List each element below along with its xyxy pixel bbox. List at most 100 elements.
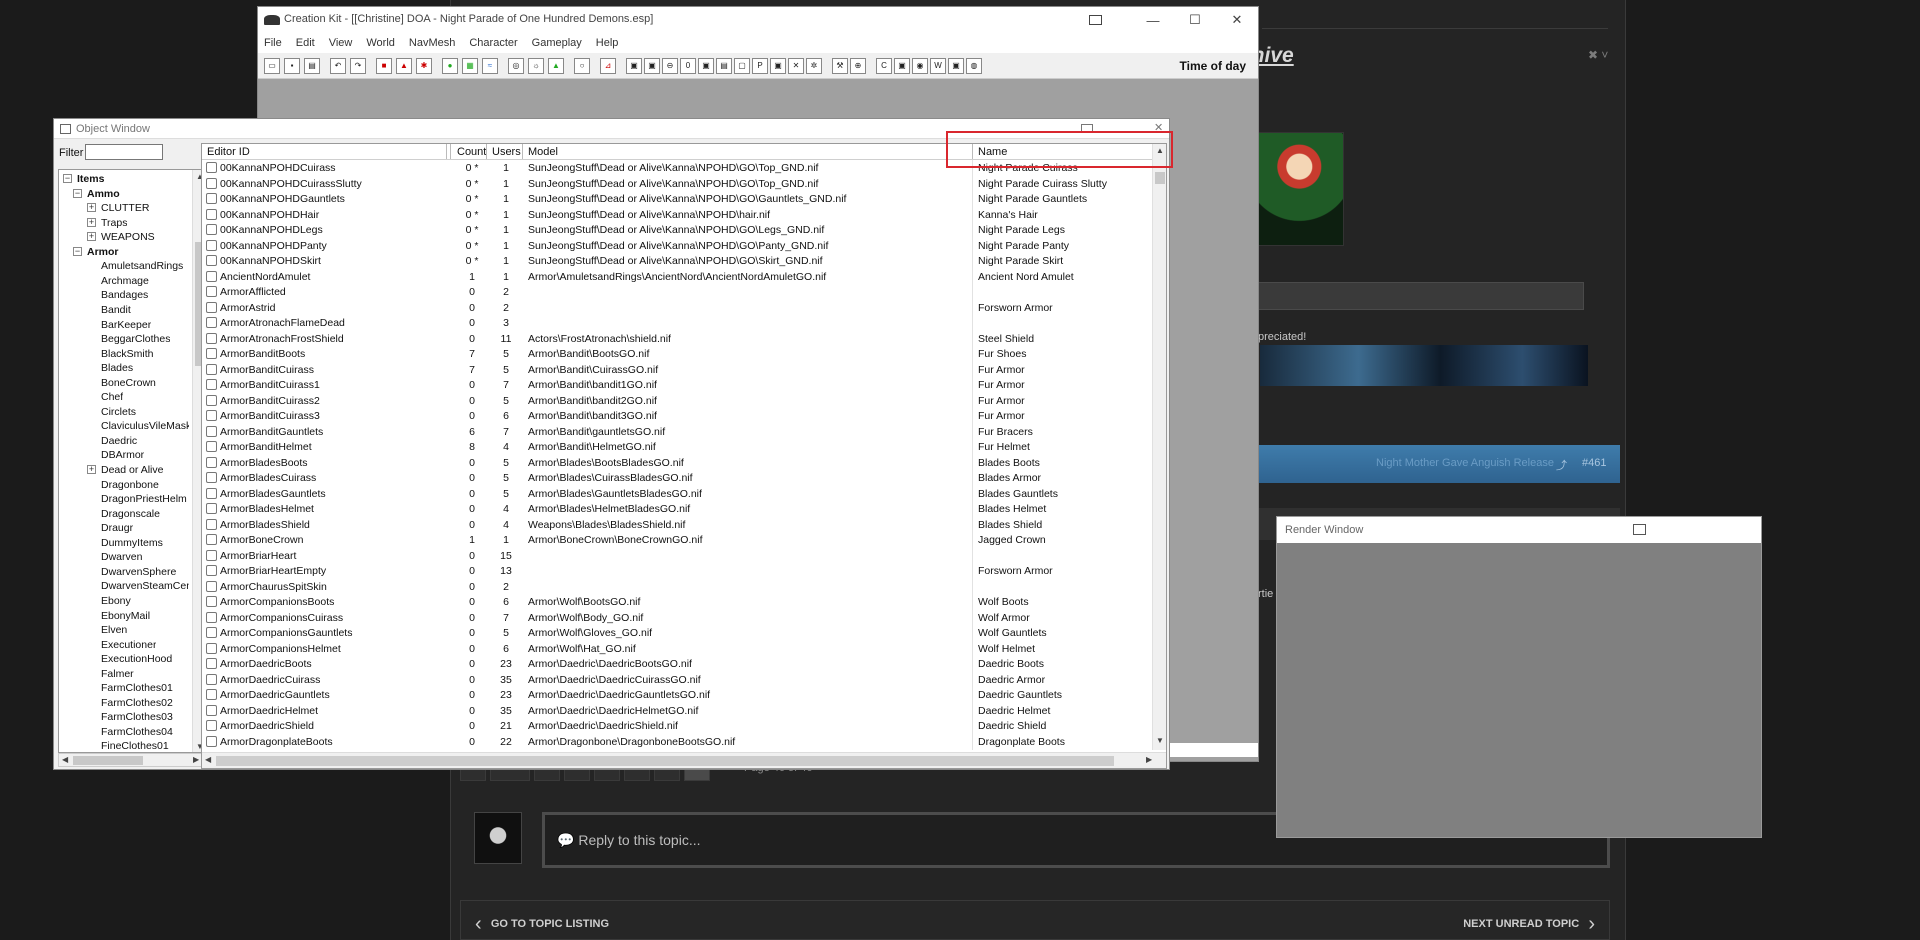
table-row[interactable]: 00KannaNPOHDLegs 0 * 1 SunJeongStuff\Dead o… xyxy=(202,223,1154,239)
table-row[interactable]: ArmorAstrid 0 2 Forsworn Armor xyxy=(202,301,1154,317)
tree-item[interactable]: DwarvenSteamCenturion xyxy=(101,579,189,593)
open-file-icon[interactable]: ▭ xyxy=(264,58,280,74)
forum-post-title[interactable]: Night Mother Gave Anguish Release xyxy=(1376,457,1554,469)
tree-item[interactable]: WEAPONS xyxy=(101,230,155,244)
table-row[interactable]: ArmorBladesCuirass 0 5 Armor\Blades\Cuirass… xyxy=(202,471,1154,487)
tree-item[interactable]: Draugr xyxy=(101,521,133,535)
table-row[interactable]: ArmorDaedricGauntlets 0 23 Armor\Daedric\Da… xyxy=(202,688,1154,704)
forum-user-avatar[interactable] xyxy=(1258,132,1344,246)
table-row[interactable]: ArmorAtronachFlameDead 0 3 xyxy=(202,316,1154,332)
close-button[interactable]: ✕ xyxy=(1216,7,1258,33)
sphere-icon[interactable]: ● xyxy=(442,58,458,74)
preferences-icon[interactable]: ▤ xyxy=(304,58,320,74)
tree-item[interactable]: Elven xyxy=(101,623,127,637)
tree-expander-icon[interactable]: − xyxy=(73,188,82,198)
tree-item[interactable]: Dwarven xyxy=(101,550,142,564)
tree-item[interactable]: Daedric xyxy=(101,434,137,448)
forum-post-number[interactable]: #461 xyxy=(1582,457,1606,469)
object-list[interactable]: Editor ID Count Users Model Name ▲ ▼ ◀ ▶… xyxy=(201,143,1167,769)
column-header-editor-id[interactable]: Editor ID xyxy=(207,146,250,158)
table-row[interactable]: ArmorCompanionsGauntlets 0 5 Armor\Wolf\Glo… xyxy=(202,626,1154,642)
render-window-titlebar[interactable]: Render Window xyxy=(1277,517,1761,543)
tree-expander-icon[interactable]: + xyxy=(87,232,96,242)
table-row[interactable]: 00KannaNPOHDGauntlets 0 * 1 SunJeongStuff\D… xyxy=(202,192,1154,208)
pin-icon[interactable] xyxy=(1089,15,1102,25)
menu-character[interactable]: Character xyxy=(469,37,517,49)
table-row[interactable]: ArmorBriarHeart 0 15 xyxy=(202,549,1154,565)
circle-icon[interactable]: ⊖ xyxy=(662,58,678,74)
undo-icon[interactable]: ↶ xyxy=(330,58,346,74)
tree-item[interactable]: Blades xyxy=(101,361,133,375)
wrench-icon[interactable]: ⚒ xyxy=(832,58,848,74)
tree-item[interactable]: Traps xyxy=(101,216,127,230)
tree-item[interactable]: FarmClothes04 xyxy=(101,725,173,739)
tree-item[interactable]: CLUTTER xyxy=(101,201,149,215)
tree-horizontal-scrollbar[interactable]: ◀ ▶ xyxy=(58,753,206,767)
navmesh-icon[interactable]: ⊿ xyxy=(600,58,616,74)
table-row[interactable]: 00KannaNPOHDSkirt 0 * 1 SunJeongStuff\Dead … xyxy=(202,254,1154,270)
table-row[interactable]: AncientNordAmulet 1 1 Armor\AmuletsandRings… xyxy=(202,270,1154,286)
table-row[interactable]: ArmorBanditHelmet 8 4 Armor\Bandit\HelmetGO… xyxy=(202,440,1154,456)
x-icon[interactable]: ✕ xyxy=(788,58,804,74)
p-icon[interactable]: P xyxy=(752,58,768,74)
layer-icon[interactable]: ▣ xyxy=(698,58,714,74)
table-row[interactable]: ArmorBanditCuirass2 0 5 Armor\Bandit\bandit… xyxy=(202,394,1154,410)
scroll-down-icon[interactable]: ▼ xyxy=(1156,736,1164,745)
bug-icon[interactable]: ✱ xyxy=(416,58,432,74)
tree-item[interactable]: EbonyMail xyxy=(101,609,150,623)
tree-item[interactable]: BlackSmith xyxy=(101,347,154,361)
forum-close-icon[interactable]: ✖ ˅ xyxy=(1588,48,1608,62)
go-to-topic-listing-link[interactable]: ‹ GO TO TOPIC LISTING xyxy=(475,913,609,936)
menu-view[interactable]: View xyxy=(329,37,353,49)
minimize-button[interactable]: — xyxy=(1132,7,1174,33)
tree-item[interactable]: ClaviculusVileMask xyxy=(101,419,189,433)
tree-hscroll-thumb[interactable] xyxy=(73,756,143,765)
tree-item[interactable]: Bandages xyxy=(101,288,148,302)
landscape-icon[interactable]: ▦ xyxy=(462,58,478,74)
share-icon[interactable]: ⤴ xyxy=(1556,457,1567,473)
redo-icon[interactable]: ↷ xyxy=(350,58,366,74)
tree-item[interactable]: DBArmor xyxy=(101,448,144,462)
collision-icon[interactable]: ▣ xyxy=(894,58,910,74)
menu-edit[interactable]: Edit xyxy=(296,37,315,49)
table-row[interactable]: ArmorBriarHeartEmpty 0 13 Forsworn Armor xyxy=(202,564,1154,580)
table-row[interactable]: ArmorCompanionsHelmet 0 6 Armor\Wolf\Hat_GO… xyxy=(202,642,1154,658)
tree-item[interactable]: Dragonbone xyxy=(101,478,159,492)
c-icon[interactable]: C xyxy=(876,58,892,74)
render-icon[interactable]: ■ xyxy=(376,58,392,74)
table-row[interactable]: ArmorCompanionsBoots 0 6 Armor\Wolf\BootsGO… xyxy=(202,595,1154,611)
terrain-icon[interactable]: ▲ xyxy=(548,58,564,74)
tree-expander-icon[interactable]: − xyxy=(73,246,82,256)
table-row[interactable]: ArmorBladesShield 0 4 Weapons\Blades\Blades… xyxy=(202,518,1154,534)
render-window[interactable]: Render Window xyxy=(1276,516,1762,838)
table-row[interactable]: ArmorDragonplateBoots 0 22 Armor\Dragonbone… xyxy=(202,735,1154,751)
table-row[interactable]: 00KannaNPOHDCuirassSlutty 0 * 1 SunJeongStu… xyxy=(202,177,1154,193)
list-scroll-thumb[interactable] xyxy=(1155,172,1165,184)
tree-item[interactable]: FarmClothes02 xyxy=(101,696,173,710)
table-row[interactable]: ArmorAfflicted 0 2 xyxy=(202,285,1154,301)
save-icon[interactable]: ▪ xyxy=(284,58,300,74)
grid-icon[interactable]: ▤ xyxy=(716,58,732,74)
maximize-button[interactable]: ☐ xyxy=(1174,7,1216,33)
tree-item[interactable]: Falmer xyxy=(101,667,134,681)
menu-world[interactable]: World xyxy=(366,37,395,49)
next-unread-topic-link[interactable]: NEXT UNREAD TOPIC › xyxy=(1463,913,1595,936)
table-row[interactable]: ArmorBladesBoots 0 5 Armor\Blades\BootsBlad… xyxy=(202,456,1154,472)
table-row[interactable]: ArmorDaedricHelmet 0 35 Armor\Daedric\Daedr… xyxy=(202,704,1154,720)
scroll-right-icon[interactable]: ▶ xyxy=(193,755,199,764)
stack-icon[interactable]: ▣ xyxy=(948,58,964,74)
tree-expander-icon[interactable]: − xyxy=(63,174,72,183)
marker-icon[interactable]: ▲ xyxy=(396,58,412,74)
creation-kit-titlebar[interactable]: Creation Kit - [[Christine] DOA - Night … xyxy=(258,7,1258,33)
tree-item[interactable]: Executioner xyxy=(101,638,156,652)
tree-expander-icon[interactable]: + xyxy=(87,465,96,474)
table-row[interactable]: ArmorBanditCuirass1 0 7 Armor\Bandit\bandit… xyxy=(202,378,1154,394)
table-row[interactable]: ArmorCompanionsCuirass 0 7 Armor\Wolf\Body_… xyxy=(202,611,1154,627)
category-tree[interactable]: ▲ ▼ − Items − Ammo + CLUTTER + Traps + WEAPONS − Ar… xyxy=(58,169,206,753)
menu-navmesh[interactable]: NavMesh xyxy=(409,37,455,49)
table-row[interactable]: ArmorChaurusSpitSkin 0 2 xyxy=(202,580,1154,596)
table-row[interactable]: ArmorDaedricCuirass 0 35 Armor\Daedric\Daed… xyxy=(202,673,1154,689)
tree-item[interactable]: BoneCrown xyxy=(101,376,156,390)
tree-item[interactable]: Circlets xyxy=(101,405,136,419)
tree-item[interactable]: Dragonscale xyxy=(101,507,160,521)
